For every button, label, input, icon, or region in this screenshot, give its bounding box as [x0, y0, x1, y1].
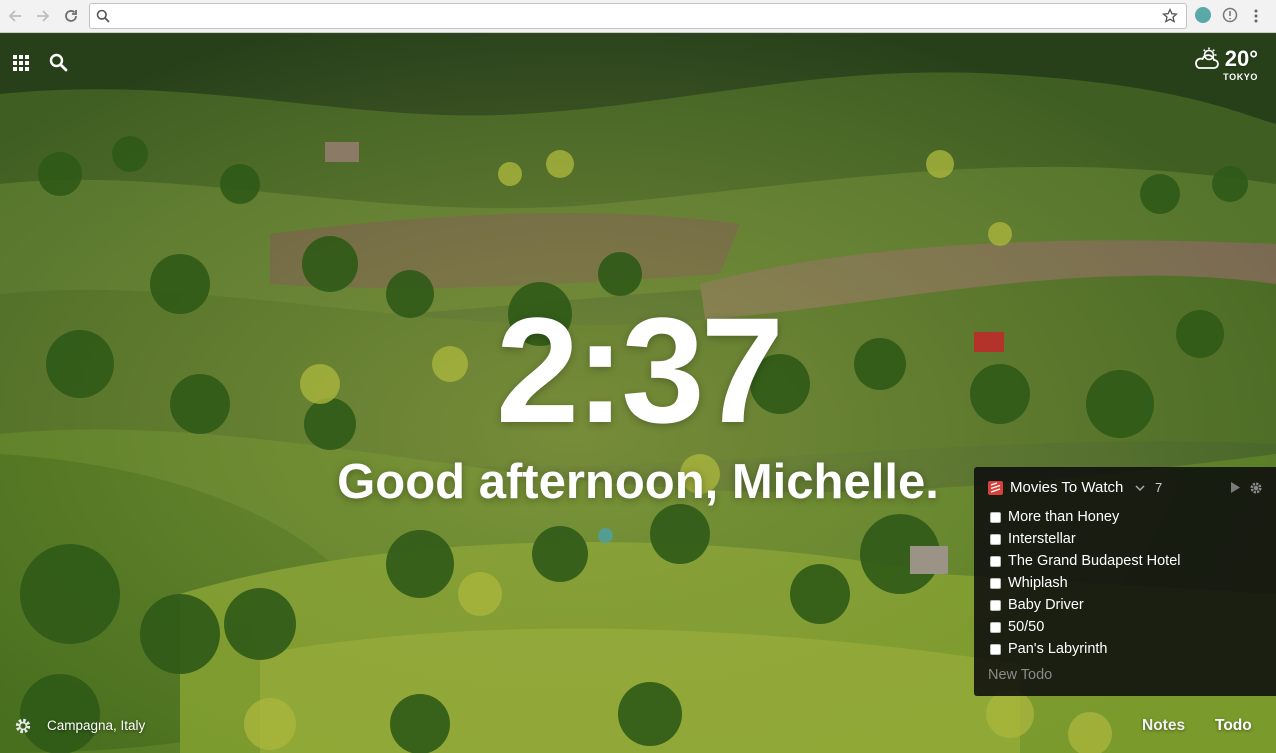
focus-indicator[interactable]: [598, 528, 613, 543]
todo-item-label: Whiplash: [1008, 575, 1068, 591]
todo-item-label: 50/50: [1008, 619, 1045, 635]
photo-location[interactable]: Campagna, Italy: [47, 718, 145, 733]
address-input[interactable]: [116, 7, 1146, 25]
todo-item-label: More than Honey: [1008, 509, 1120, 525]
new-todo-input[interactable]: [988, 666, 1258, 684]
info-icon[interactable]: [1222, 7, 1238, 23]
play-icon[interactable]: [1229, 481, 1241, 494]
todo-item[interactable]: Whiplash: [990, 572, 1270, 594]
todo-item-label: Interstellar: [1008, 531, 1076, 547]
todo-checkbox[interactable]: [990, 555, 1001, 567]
todo-link[interactable]: Todo: [1215, 717, 1252, 735]
todo-checkbox[interactable]: [990, 643, 1001, 655]
todo-item[interactable]: 50/50: [990, 616, 1270, 638]
todo-checkbox[interactable]: [990, 577, 1001, 589]
list-icon: [988, 481, 1003, 495]
todo-item-label: Baby Driver: [1008, 597, 1084, 613]
todo-item[interactable]: Baby Driver: [990, 594, 1270, 616]
todo-item-label: Pan's Labyrinth: [1008, 641, 1108, 657]
todo-item[interactable]: More than Honey: [990, 506, 1270, 528]
todo-panel: Movies To Watch 7 More than Honey Inters…: [974, 467, 1276, 696]
todo-checkbox[interactable]: [990, 533, 1001, 545]
chevron-down-icon[interactable]: [1135, 483, 1145, 493]
extension-icon[interactable]: [1195, 7, 1211, 23]
todo-header: Movies To Watch 7: [974, 467, 1276, 509]
menu-icon[interactable]: [1252, 8, 1260, 24]
settings-gear-icon[interactable]: [14, 717, 32, 735]
temperature: 20°: [1224, 46, 1258, 71]
grid-icon[interactable]: [12, 54, 30, 72]
todo-item[interactable]: Pan's Labyrinth: [990, 638, 1270, 660]
notes-link[interactable]: Notes: [1142, 717, 1185, 735]
bookmark-star-icon[interactable]: [1162, 8, 1178, 24]
address-bar[interactable]: [89, 3, 1187, 29]
todo-list: More than Honey Interstellar The Grand B…: [990, 506, 1270, 660]
todo-list-title[interactable]: Movies To Watch: [1010, 479, 1123, 496]
weather-widget[interactable]: 20° TOKYO: [1193, 45, 1258, 82]
forward-icon[interactable]: [32, 6, 52, 26]
reload-icon[interactable]: [61, 6, 81, 26]
back-icon[interactable]: [6, 6, 26, 26]
todo-checkbox[interactable]: [990, 621, 1001, 633]
search-icon: [96, 9, 110, 23]
gear-icon[interactable]: [1249, 481, 1263, 495]
todo-checkbox[interactable]: [990, 511, 1001, 523]
clock-time: 2:37: [495, 286, 784, 454]
todo-item[interactable]: Interstellar: [990, 528, 1270, 550]
todo-checkbox[interactable]: [990, 599, 1001, 611]
weather-city: TOKYO: [1223, 72, 1258, 82]
todo-count: 7: [1155, 480, 1163, 495]
partly-cloudy-icon: [1194, 47, 1219, 69]
browser-toolbar: [0, 0, 1276, 33]
todo-item[interactable]: The Grand Budapest Hotel: [990, 550, 1270, 572]
search-icon[interactable]: [49, 53, 68, 72]
todo-item-label: The Grand Budapest Hotel: [1008, 553, 1181, 569]
